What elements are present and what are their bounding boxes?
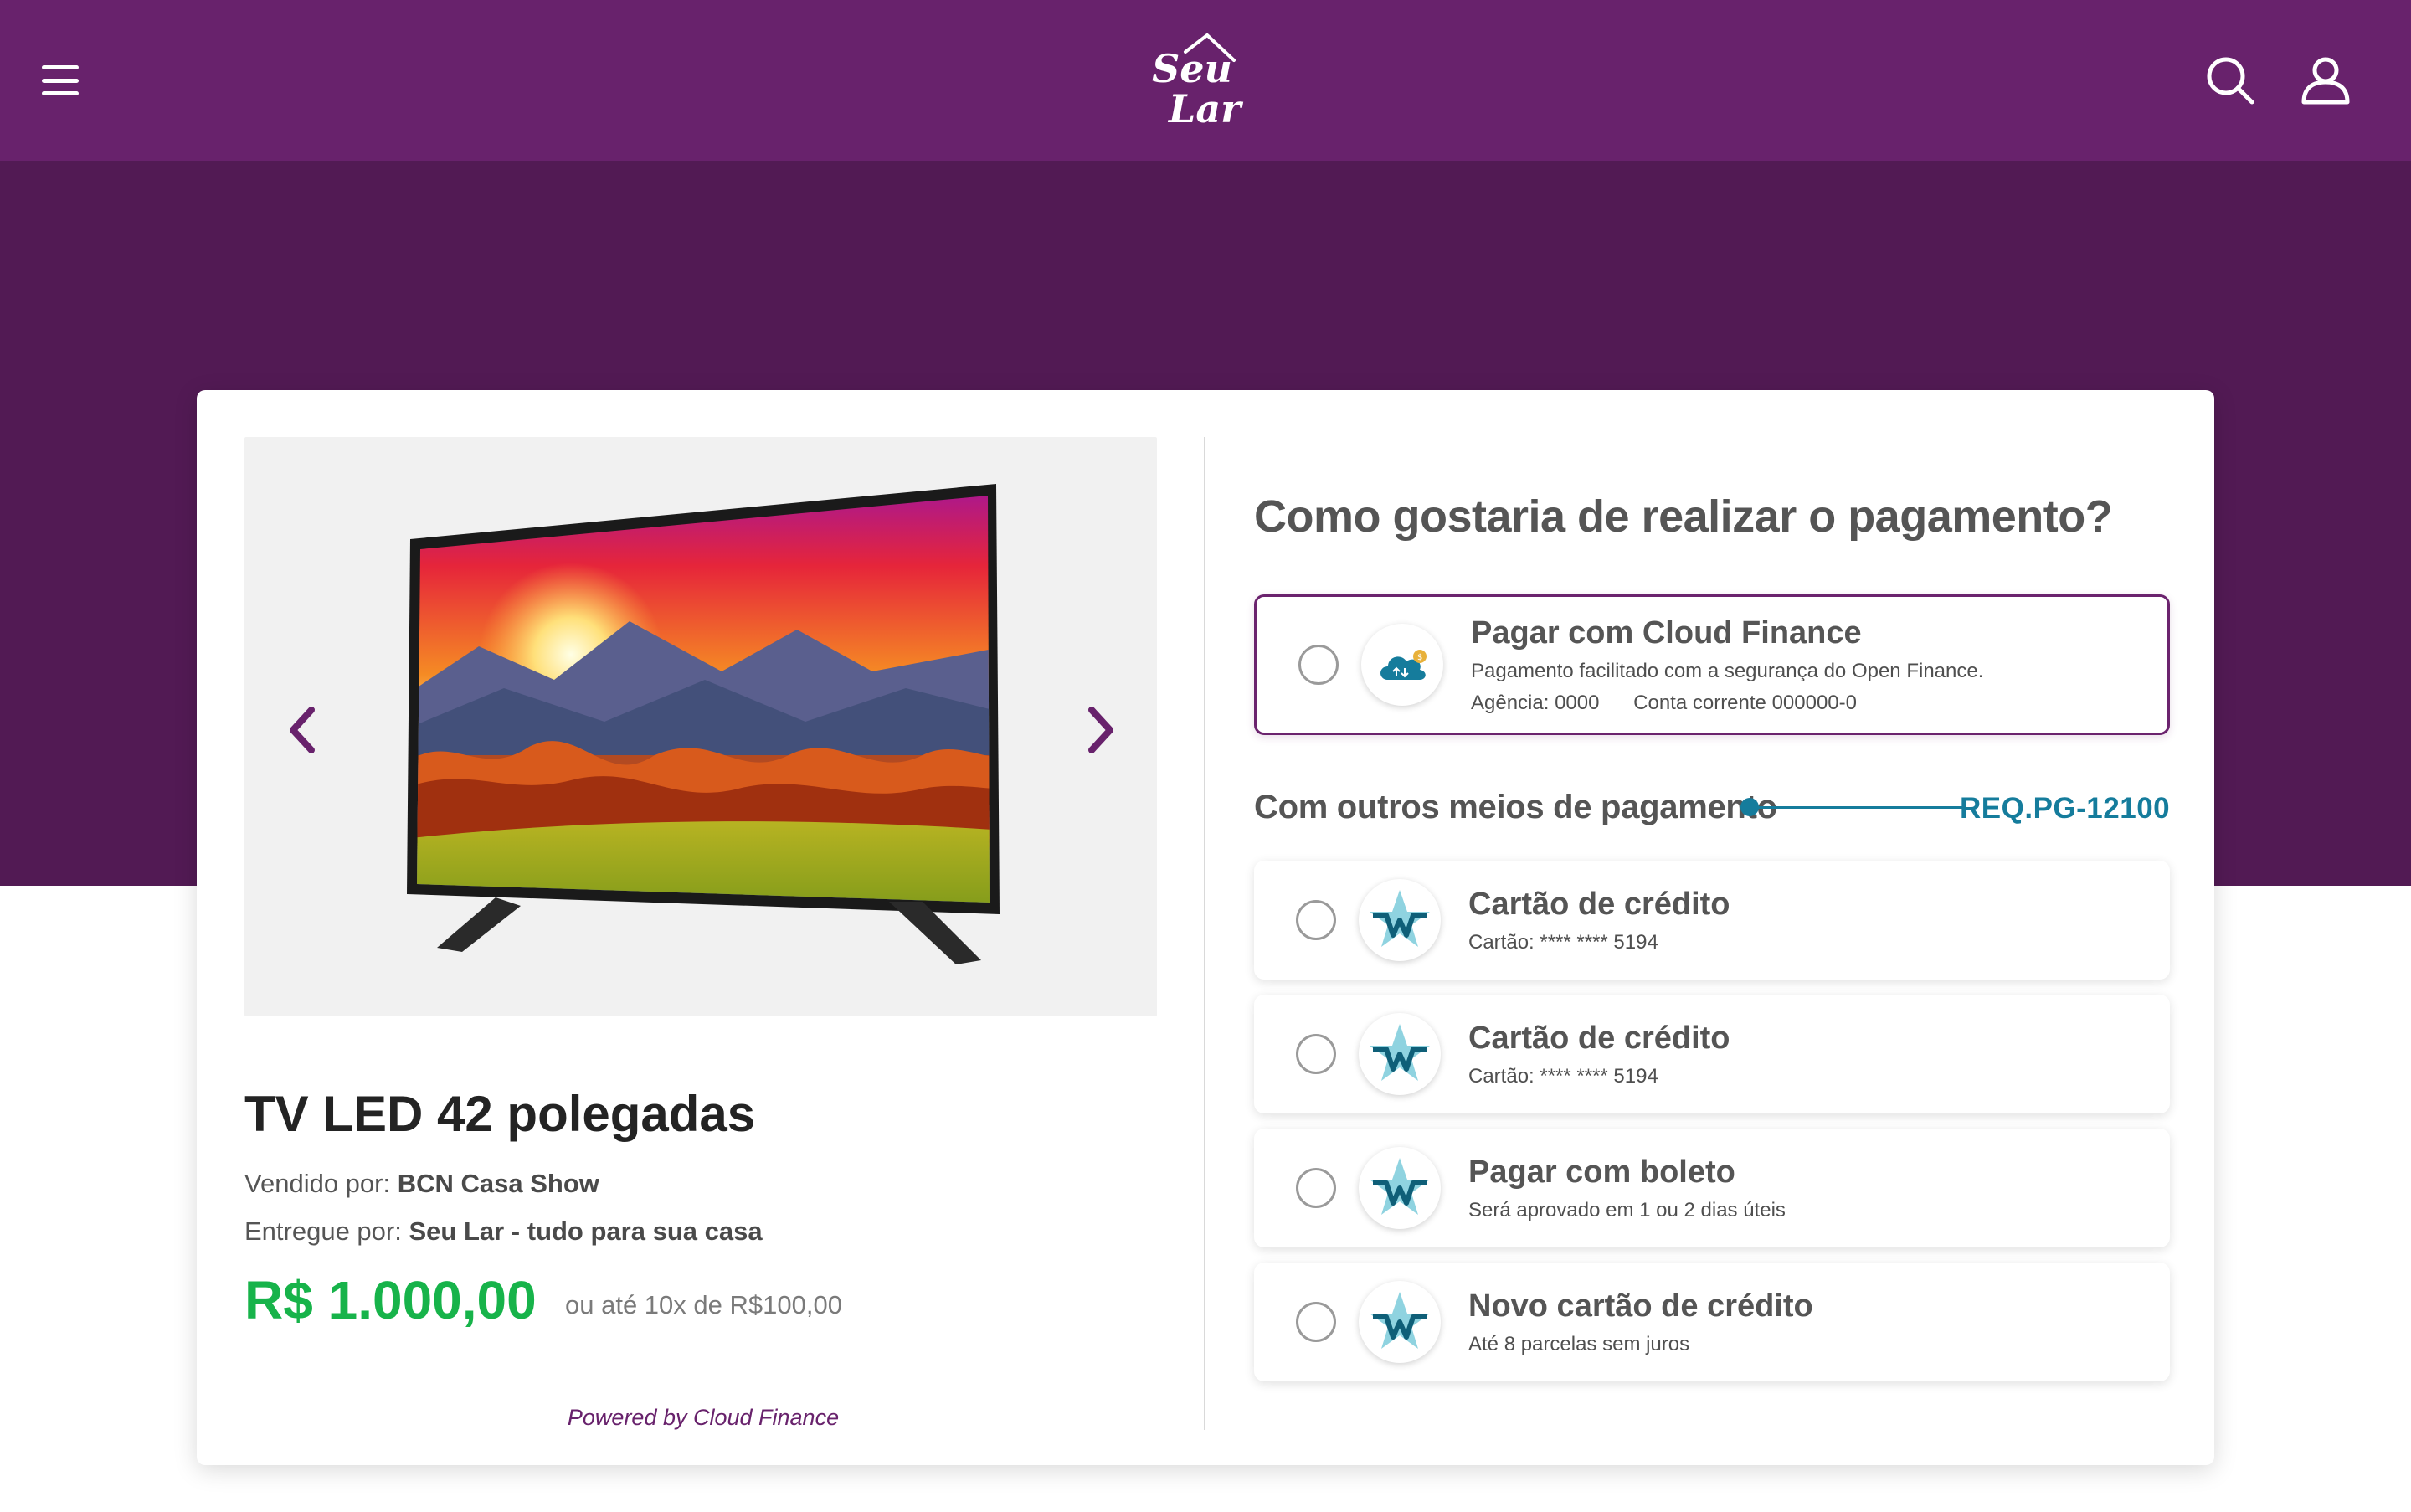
- agency-text: Agência: 0000: [1471, 691, 1600, 714]
- chevron-left-icon: [290, 707, 315, 753]
- seller-name: BCN Casa Show: [397, 1169, 599, 1198]
- radio-button[interactable]: [1296, 1034, 1336, 1074]
- payment-option-title: Novo cartão de crédito: [1468, 1288, 1813, 1324]
- star-logo-icon: [1359, 1147, 1441, 1229]
- svg-text:Seu: Seu: [1152, 46, 1232, 91]
- powered-by-text: Powered by Cloud Finance: [567, 1405, 840, 1430]
- radio-button[interactable]: [1296, 1168, 1336, 1208]
- installments-text: ou até 10x de R$100,00: [565, 1290, 842, 1319]
- delivery-info: Entregue por: Seu Lar - tudo para sua ca…: [244, 1216, 763, 1247]
- radio-button[interactable]: [1296, 900, 1336, 940]
- radio-button[interactable]: [1296, 1302, 1336, 1342]
- annotation-line: [1749, 806, 1965, 809]
- user-icon[interactable]: [2299, 54, 2352, 107]
- payment-option-title: Cartão de crédito: [1468, 886, 1730, 922]
- svg-text:$: $: [1417, 653, 1422, 662]
- column-divider: [1204, 437, 1206, 1430]
- payment-option-title: Pagar com boleto: [1468, 1154, 1735, 1190]
- chevron-right-icon: [1088, 707, 1113, 753]
- payment-option-boleto[interactable]: Pagar com boleto Será aprovado em 1 ou 2…: [1254, 1129, 2170, 1247]
- account-details: Agência: 0000 Conta corrente 000000-0: [1471, 692, 1983, 715]
- next-image-button[interactable]: [1075, 697, 1125, 764]
- menu-icon[interactable]: [42, 65, 79, 95]
- payment-option-new-credit-card[interactable]: Novo cartão de crédito Até 8 parcelas se…: [1254, 1263, 2170, 1381]
- star-logo-icon: [1359, 879, 1441, 961]
- product-price: R$ 1.000,00: [244, 1270, 537, 1330]
- payment-option-credit-card-1[interactable]: Cartão de crédito Cartão: **** **** 5194: [1254, 861, 2170, 980]
- payment-option-text: Pagar com boleto Será aprovado em 1 ou 2…: [1468, 1155, 1786, 1222]
- payment-option-text: Novo cartão de crédito Até 8 parcelas se…: [1468, 1288, 1813, 1356]
- payment-option-text: Pagar com Cloud Finance Pagamento facili…: [1471, 615, 1983, 715]
- requirement-code: REQ.PG-12100: [1960, 792, 2171, 825]
- seller-info: Vendido por: BCN Casa Show: [244, 1169, 599, 1199]
- delivery-label: Entregue por:: [244, 1216, 402, 1246]
- checkout-card: TV LED 42 polegadas Vendido por: BCN Cas…: [197, 390, 2214, 1465]
- seu-lar-logo[interactable]: Seu Lar: [1147, 30, 1256, 129]
- top-bar: Seu Lar: [0, 0, 2411, 161]
- star-logo-icon: [1359, 1281, 1441, 1363]
- star-logo-icon: [1359, 1013, 1441, 1095]
- delivery-name: Seu Lar - tudo para sua casa: [409, 1216, 763, 1246]
- other-methods-label: Com outros meios de pagamento: [1254, 789, 1777, 825]
- payment-option-credit-card-2[interactable]: Cartão de crédito Cartão: **** **** 5194: [1254, 995, 2170, 1113]
- previous-image-button[interactable]: [278, 697, 328, 764]
- radio-button[interactable]: [1298, 645, 1339, 685]
- payment-option-cloud-finance[interactable]: $ Pagar com Cloud Finance Pagamento faci…: [1254, 594, 2170, 735]
- payment-option-text: Cartão de crédito Cartão: **** **** 5194: [1468, 1021, 1730, 1088]
- payment-title: Como gostaria de realizar o pagamento?: [1254, 491, 2113, 542]
- payment-option-title: Cartão de crédito: [1468, 1020, 1730, 1056]
- payment-option-title: Pagar com Cloud Finance: [1471, 615, 1862, 651]
- account-text: Conta corrente 000000-0: [1633, 691, 1857, 714]
- payment-option-subtitle: Pagamento facilitado com a segurança do …: [1471, 659, 1984, 682]
- payment-option-subtitle: Cartão: **** **** 5194: [1468, 930, 1658, 954]
- product-image-carousel: [244, 437, 1157, 1016]
- seller-label: Vendido por:: [244, 1169, 391, 1198]
- search-icon[interactable]: [2203, 54, 2257, 107]
- payment-option-subtitle: Será aprovado em 1 ou 2 dias úteis: [1468, 1198, 1786, 1221]
- product-title: TV LED 42 polegadas: [244, 1086, 756, 1142]
- payment-option-subtitle: Cartão: **** **** 5194: [1468, 1064, 1658, 1088]
- product-image: [407, 484, 1000, 964]
- cloud-finance-icon: $: [1361, 624, 1443, 706]
- svg-text:Lar: Lar: [1167, 86, 1244, 129]
- payment-option-text: Cartão de crédito Cartão: **** **** 5194: [1468, 887, 1730, 954]
- payment-option-subtitle: Até 8 parcelas sem juros: [1468, 1332, 1690, 1355]
